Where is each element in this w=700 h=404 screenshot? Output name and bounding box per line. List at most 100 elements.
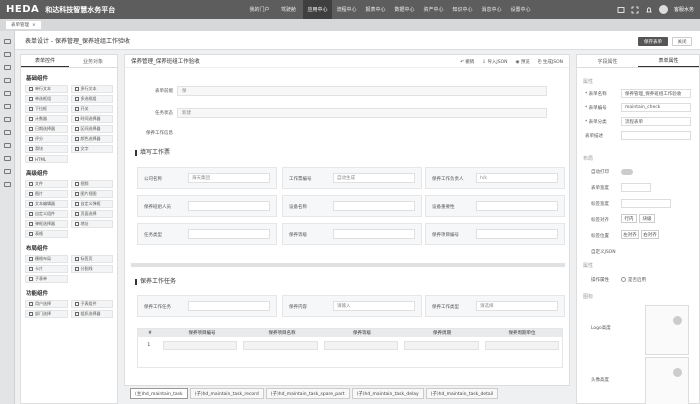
- user-name[interactable]: 客服水务: [674, 6, 694, 13]
- card-input[interactable]: h/k: [476, 173, 558, 183]
- subtable-tab[interactable]: (子)hd_maintain_task_record: [189, 388, 264, 399]
- settings-icon[interactable]: [3, 182, 11, 187]
- page-tab[interactable]: 表单管理 ×: [6, 21, 41, 29]
- component-item[interactable]: 颜色选择器: [70, 135, 113, 143]
- card-input[interactable]: [333, 229, 415, 239]
- op-option[interactable]: 是否启用: [621, 277, 646, 283]
- lock-icon[interactable]: [3, 143, 11, 148]
- form-card[interactable]: 设备重要性: [425, 195, 565, 217]
- nav-item-settings-center[interactable]: 设置中心: [506, 0, 535, 19]
- card-input[interactable]: [333, 201, 415, 211]
- subtable-tab[interactable]: (子)hd_maintain_task_spare_part: [265, 388, 350, 399]
- tab-business-objects[interactable]: 业务对象: [69, 55, 117, 67]
- card-input[interactable]: [188, 301, 270, 311]
- component-item[interactable]: 日期选择器: [25, 125, 68, 133]
- form-card[interactable]: 保养工作负责人 h/k: [425, 167, 565, 189]
- component-item[interactable]: 开关: [70, 105, 113, 113]
- nav-item-asset-center[interactable]: 资产中心: [419, 0, 448, 19]
- folder-icon[interactable]: [3, 117, 11, 122]
- component-item[interactable]: 标签页: [70, 255, 113, 263]
- form-width-input[interactable]: [621, 183, 651, 192]
- form-card[interactable]: 保养等级: [282, 223, 422, 245]
- subtable-tab[interactable]: (子)hd_maintain_task_delay: [351, 388, 424, 399]
- form-card[interactable]: 任务类型: [137, 223, 277, 245]
- component-item[interactable]: 文字: [70, 145, 113, 153]
- component-item[interactable]: 子表单: [25, 275, 68, 283]
- auto-print-toggle[interactable]: [621, 169, 633, 175]
- label-position-option[interactable]: 块级: [639, 214, 655, 223]
- gear-icon[interactable]: [3, 52, 11, 57]
- fullscreen-icon[interactable]: [631, 6, 639, 14]
- nav-item-app-center[interactable]: 应用中心: [303, 0, 332, 19]
- upload-icon[interactable]: [673, 316, 682, 325]
- table-cell-input[interactable]: [323, 340, 399, 350]
- component-item[interactable]: 单行文本: [25, 85, 68, 93]
- avatar[interactable]: [658, 5, 668, 14]
- nav-item-message-center[interactable]: 消息中心: [477, 0, 506, 19]
- nav-item-portal[interactable]: 我的门户: [245, 0, 274, 19]
- table-cell-input[interactable]: [484, 340, 559, 350]
- property-input[interactable]: maintain_check: [621, 103, 691, 112]
- table-cell-input[interactable]: [162, 340, 238, 350]
- form-card[interactable]: 保养工作任务: [137, 295, 277, 317]
- component-item[interactable]: 子表组件: [70, 300, 113, 308]
- chart-icon[interactable]: [3, 104, 11, 109]
- card-input[interactable]: [476, 201, 558, 211]
- nav-item-cockpit[interactable]: 驾驶舱: [274, 0, 303, 19]
- radio-icon[interactable]: [621, 277, 626, 282]
- label-width-select[interactable]: [621, 199, 671, 208]
- card-input[interactable]: 自动生成: [333, 173, 415, 183]
- component-item[interactable]: 自定义组件: [25, 210, 68, 218]
- component-item[interactable]: 多选框组: [70, 95, 113, 103]
- component-item[interactable]: 栅格布局: [25, 255, 68, 263]
- label-position-option[interactable]: 行内: [621, 214, 637, 223]
- form-card[interactable]: 保养内容 请输入: [282, 295, 422, 317]
- upload-box[interactable]: [645, 357, 689, 404]
- property-input[interactable]: [621, 131, 691, 140]
- form-card[interactable]: 保养班组人员: [137, 195, 277, 217]
- nav-item-knowledge-center[interactable]: 知识中心: [448, 0, 477, 19]
- label-align-option[interactable]: 右对齐: [641, 230, 659, 239]
- upload-box[interactable]: [645, 305, 689, 355]
- component-item[interactable]: 图片: [25, 190, 68, 198]
- subtable-tab[interactable]: (子)hd_maintain_task_detail: [425, 388, 499, 399]
- component-item[interactable]: 时间选择器: [70, 115, 113, 123]
- list-icon[interactable]: [3, 91, 11, 96]
- component-item[interactable]: 卡片: [25, 265, 68, 273]
- grid-icon[interactable]: [3, 65, 11, 70]
- tab-form-properties[interactable]: 表单属性: [638, 55, 699, 67]
- component-item[interactable]: 视频: [70, 180, 113, 188]
- tab-field-properties[interactable]: 字段属性: [577, 55, 638, 67]
- preview-button[interactable]: ◉ 预览: [516, 59, 530, 65]
- component-item[interactable]: 组织选择器: [70, 310, 113, 318]
- form-card[interactable]: 保养工作类型 请选择: [425, 295, 565, 317]
- form-field-input[interactable]: 新建: [177, 108, 547, 118]
- message-icon[interactable]: [617, 6, 625, 14]
- nav-item-process-center[interactable]: 流程中心: [332, 0, 361, 19]
- component-item[interactable]: 弹框选择器: [25, 220, 68, 228]
- component-item[interactable]: 单选框组: [25, 95, 68, 103]
- component-item[interactable]: 文件: [25, 180, 68, 188]
- undo-button[interactable]: ↶ 撤销: [460, 59, 474, 65]
- label-align-option[interactable]: 左对齐: [621, 230, 639, 239]
- component-item[interactable]: 地址: [70, 220, 113, 228]
- component-item[interactable]: 部门选择: [25, 310, 68, 318]
- component-item[interactable]: 自定义弹框: [70, 200, 113, 208]
- bell-icon[interactable]: [645, 6, 653, 14]
- tool-icon[interactable]: [3, 169, 11, 174]
- component-item[interactable]: 用户选择: [25, 300, 68, 308]
- component-item[interactable]: 计数器: [25, 115, 68, 123]
- form-card[interactable]: 工作票编号 自动生成: [282, 167, 422, 189]
- import-json-button[interactable]: ⇩ 导入JSON: [482, 59, 507, 65]
- component-item[interactable]: HTML: [25, 155, 68, 163]
- component-item[interactable]: 文本编辑器: [25, 200, 68, 208]
- component-item[interactable]: 下拉框: [25, 105, 68, 113]
- database-icon[interactable]: [3, 156, 11, 161]
- generate-json-button[interactable]: ⎘ 生成JSON: [538, 59, 563, 65]
- nav-item-report-center[interactable]: 报表中心: [361, 0, 390, 19]
- card-input[interactable]: [188, 201, 270, 211]
- card-input[interactable]: 请选择: [476, 301, 558, 311]
- component-item[interactable]: 区间选择器: [70, 125, 113, 133]
- home-icon[interactable]: [3, 39, 11, 44]
- tab-form-controls[interactable]: 表单控件: [21, 55, 69, 67]
